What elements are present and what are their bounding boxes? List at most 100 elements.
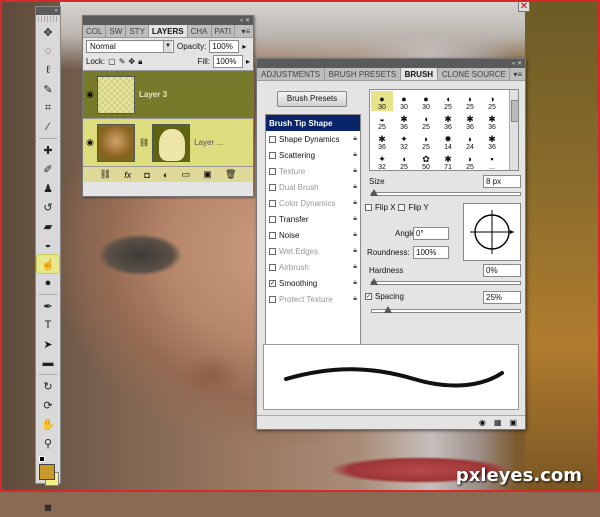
roundness-field[interactable]: 100% <box>413 246 449 259</box>
paint-bucket-tool-icon[interactable]: ◒ <box>37 236 59 254</box>
tab-swatches[interactable]: SW <box>106 25 127 37</box>
lock-all-icon[interactable]: 🔒︎ <box>138 57 142 67</box>
history-brush-tool-icon[interactable]: ↺ <box>37 198 59 216</box>
lock-icon[interactable]: 🔒︎ <box>353 167 357 175</box>
chevron-right-icon[interactable]: ▸ <box>246 57 250 66</box>
link-icon[interactable]: ⛓ <box>100 169 111 180</box>
smudge-tool-icon[interactable]: ☝ <box>36 254 60 274</box>
slider-knob[interactable] <box>370 278 378 285</box>
3d-orbit-tool-icon[interactable]: ⟳ <box>37 396 59 414</box>
lock-icon[interactable]: 🔒︎ <box>353 247 357 255</box>
brush-tip[interactable]: ✱ 36 <box>437 111 459 131</box>
3d-rotate-tool-icon[interactable]: ↻ <box>37 377 59 395</box>
tab-adjustments[interactable]: ADJUSTMENTS <box>257 68 325 80</box>
option-transfer[interactable]: Transfer 🔒︎ <box>266 211 360 227</box>
lock-position-icon[interactable]: ✥ <box>128 57 135 67</box>
chevron-right-icon[interactable]: ▸ <box>242 42 246 51</box>
layer-row[interactable]: ◉ Layer 3 <box>83 70 253 118</box>
lock-pixels-icon[interactable]: ✎ <box>119 57 126 67</box>
panel-menu-icon[interactable]: ▾≡ <box>238 25 253 37</box>
lock-icon[interactable]: 🔒︎ <box>353 199 357 207</box>
checkbox[interactable] <box>269 135 276 143</box>
lasso-tool-icon[interactable]: ℓ <box>37 61 59 79</box>
slider-knob[interactable] <box>370 189 378 196</box>
clone-stamp-tool-icon[interactable]: ♟ <box>37 179 59 197</box>
toolbox-grip[interactable] <box>38 16 58 22</box>
close-marker-icon[interactable]: ✕ <box>518 0 530 12</box>
tab-clone-source[interactable]: CLONE SOURCE <box>438 68 511 80</box>
eye-icon[interactable]: ◉ <box>83 137 97 148</box>
size-field[interactable]: 8 px <box>483 175 521 188</box>
toolbox-titlebar[interactable]: » <box>36 7 60 15</box>
lock-icon[interactable]: 🔒︎ <box>353 231 357 239</box>
brush-tip[interactable]: ◑ 25 <box>481 91 503 111</box>
scrollbar[interactable] <box>509 90 519 170</box>
flip-y-checkbox[interactable] <box>398 204 406 211</box>
option-wet-edges[interactable]: Wet Edges 🔒︎ <box>266 243 360 259</box>
quick-select-tool-icon[interactable]: ✎ <box>37 80 59 98</box>
brush-presets-button[interactable]: Brush Presets <box>277 91 347 107</box>
healing-tool-icon[interactable]: ✚ <box>37 141 59 159</box>
move-tool-icon[interactable]: ✥ <box>37 23 59 41</box>
folder-icon[interactable]: ▭ <box>182 169 191 180</box>
tab-color[interactable]: COL <box>83 25 107 37</box>
lock-icon[interactable]: 🔒︎ <box>353 215 357 223</box>
checkbox[interactable] <box>269 263 276 271</box>
eye-icon[interactable]: ◉ <box>479 418 486 427</box>
marquee-tool-icon[interactable]: ◌ <box>37 42 59 60</box>
type-tool-icon[interactable]: T <box>37 316 59 334</box>
shape-tool-icon[interactable]: ▬ <box>37 354 59 372</box>
brush-tip[interactable]: ◖ 25 <box>415 111 437 131</box>
brush-tip[interactable]: ✦ 32 <box>371 151 393 171</box>
brush-tip[interactable]: ✱ 36 <box>371 131 393 151</box>
collapse-icon[interactable]: » <box>55 8 60 14</box>
opacity-field[interactable]: 100% <box>209 40 240 53</box>
collapse-icon[interactable]: « ✕ <box>240 18 253 24</box>
checkbox[interactable] <box>269 295 276 303</box>
new-preset-icon[interactable]: ▣ <box>509 418 517 427</box>
checkbox-checked[interactable]: ✓ <box>269 279 276 287</box>
brush-tip[interactable]: ◖ 25 <box>393 151 415 171</box>
eyedropper-tool-icon[interactable]: ⁄ <box>37 118 59 136</box>
tab-styles[interactable]: STY <box>126 25 149 37</box>
brush-tip[interactable]: ✱ 36 <box>481 131 503 151</box>
size-slider[interactable] <box>370 189 521 196</box>
tab-brush-presets[interactable]: BRUSH PRESETS <box>325 68 401 80</box>
crop-tool-icon[interactable]: ⌗ <box>37 99 59 117</box>
blend-mode-select[interactable]: Normal ▼ <box>86 40 174 53</box>
tab-channels[interactable]: CHA <box>188 25 212 37</box>
option-texture[interactable]: Texture 🔒︎ <box>266 163 360 179</box>
brush-tool-icon[interactable]: ✐ <box>37 160 59 178</box>
brush-tip[interactable]: ✦ 32 <box>393 131 415 151</box>
quick-mask-icon[interactable]: ◙ <box>37 499 59 517</box>
brush-tip[interactable]: ✱ 36 <box>481 111 503 131</box>
zoom-tool-icon[interactable]: ⚲ <box>37 434 59 452</box>
option-protect-texture[interactable]: Protect Texture 🔒︎ <box>266 291 360 307</box>
brush-tip[interactable]: ✸ 14 <box>437 131 459 151</box>
brush-tip[interactable]: ● 30 <box>371 91 393 111</box>
dodge-tool-icon[interactable]: ● <box>37 274 59 292</box>
lock-icon[interactable]: 🔒︎ <box>353 295 357 303</box>
checkbox[interactable] <box>269 151 276 159</box>
fill-field[interactable]: 100% <box>212 55 243 68</box>
option-noise[interactable]: Noise 🔒︎ <box>266 227 360 243</box>
tab-paths[interactable]: PATI <box>212 25 236 37</box>
brush-tip[interactable]: ◗ 25 <box>415 131 437 151</box>
eye-icon[interactable]: ◉ <box>83 89 97 100</box>
panel-menu-icon[interactable]: ▾≡ <box>510 68 525 80</box>
brush-tip[interactable]: ◗ 24 <box>459 131 481 151</box>
brush-tip[interactable]: ✱ 71 <box>437 151 459 171</box>
brush-tip[interactable]: ▪... <box>481 151 503 171</box>
option-airbrush[interactable]: Airbrush 🔒︎ <box>266 259 360 275</box>
angle-preview[interactable] <box>463 203 521 261</box>
brush-tip[interactable]: ● 30 <box>415 91 437 111</box>
checkbox[interactable] <box>269 231 276 239</box>
checkbox[interactable] <box>269 183 276 191</box>
lock-transparency-icon[interactable]: ▢ <box>108 57 116 67</box>
mask-icon[interactable]: ◘ <box>144 170 149 180</box>
lock-icon[interactable]: 🔒︎ <box>353 151 357 159</box>
tab-layers[interactable]: LAYERS <box>148 25 188 37</box>
checkbox[interactable] <box>269 199 276 207</box>
brush-tip[interactable]: ✿ 50 <box>415 151 437 171</box>
new-layer-icon[interactable]: ▣ <box>203 169 212 180</box>
